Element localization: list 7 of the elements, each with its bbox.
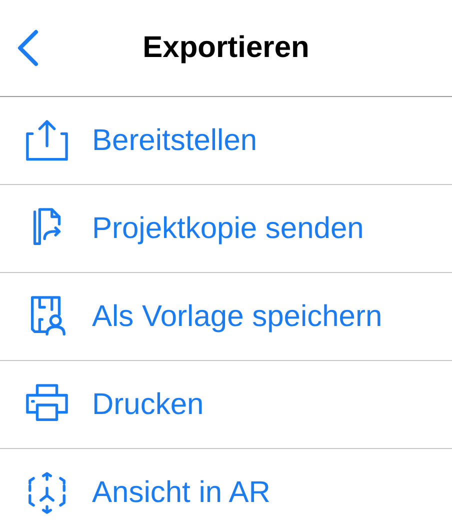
menu-item[interactable]: Drucken	[0, 361, 452, 449]
share-icon	[25, 118, 69, 162]
menu-item[interactable]: Projektkopie senden	[0, 185, 452, 273]
menu-item[interactable]: Als Vorlage speichern	[0, 273, 452, 361]
menu-item[interactable]: Ansicht in AR	[0, 449, 452, 532]
menu-item[interactable]: Bereitstellen	[0, 97, 452, 185]
screen-title: Exportieren	[142, 31, 310, 65]
